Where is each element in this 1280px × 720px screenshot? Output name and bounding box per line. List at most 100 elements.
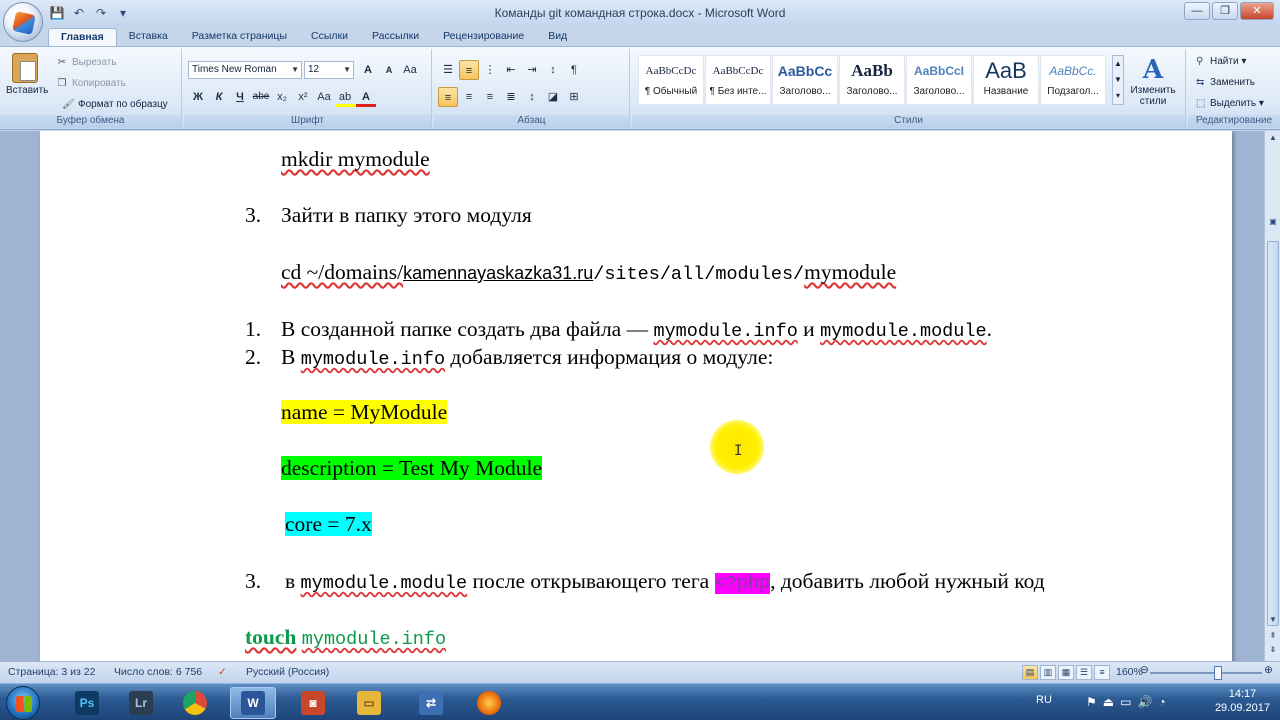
styles-gallery-scroll[interactable]: ▲ ▼ ▾ xyxy=(1112,55,1124,105)
web-layout-icon[interactable]: ▦ xyxy=(1058,665,1074,680)
change-case-button[interactable]: Aa xyxy=(314,87,334,107)
scroll-down-icon[interactable]: ▼ xyxy=(1267,615,1279,629)
zoom-in-icon[interactable]: ⊕ xyxy=(1264,664,1273,676)
style-no-spacing[interactable]: AaBbCcDc ¶ Без инте... xyxy=(705,55,771,105)
zoom-slider-knob[interactable] xyxy=(1214,666,1222,680)
tab-review[interactable]: Рецензирование xyxy=(431,28,536,46)
align-center-icon[interactable]: ≡ xyxy=(459,87,479,107)
format-painter-button[interactable]: 🖌 Формат по образцу xyxy=(62,97,168,113)
find-button[interactable]: ⚲ Найти ▾ xyxy=(1196,53,1246,71)
numbering-icon[interactable]: ≡ xyxy=(459,60,479,80)
cut-button[interactable]: ✂ Вырезать xyxy=(56,55,117,71)
network-tray-icon[interactable]: ◔ xyxy=(1158,695,1165,709)
restore-button[interactable]: ❐ xyxy=(1212,2,1238,20)
copy-button[interactable]: ❐ Копировать xyxy=(56,76,126,92)
taskbar-chrome[interactable] xyxy=(172,687,218,719)
decrease-indent-icon[interactable]: ⇤ xyxy=(501,60,521,80)
borders-icon[interactable]: ⊞ xyxy=(564,87,584,107)
tab-view[interactable]: Вид xyxy=(536,28,579,46)
font-color-button[interactable]: A xyxy=(356,87,376,107)
style-title[interactable]: AaB Название xyxy=(973,55,1039,105)
scrollbar-thumb[interactable] xyxy=(1267,241,1279,626)
touch-command: touch xyxy=(245,625,297,649)
clock[interactable]: 14:17 29.09.2017 xyxy=(1215,687,1270,715)
style-heading-3[interactable]: AaBbCcI Заголово... xyxy=(906,55,972,105)
volume-icon[interactable]: 🔊 xyxy=(1137,695,1152,709)
proofing-icon[interactable]: ✓ xyxy=(218,666,227,678)
pilcrow-button[interactable]: ¶ xyxy=(564,60,584,80)
shrink-font-button[interactable]: A xyxy=(379,60,399,80)
grow-font-button[interactable]: A xyxy=(358,60,378,80)
bullets-icon[interactable]: ☰ xyxy=(438,60,458,80)
windows-logo-icon xyxy=(16,696,32,712)
style-normal[interactable]: AaBbCcDc ¶ Обычный xyxy=(638,55,704,105)
zoom-out-icon[interactable]: ⊖ xyxy=(1140,664,1149,676)
taskbar-firefox[interactable] xyxy=(466,687,512,719)
draft-icon[interactable]: ≡ xyxy=(1094,665,1110,680)
taskbar-explorer[interactable]: ▭ xyxy=(346,687,392,719)
language-indicator[interactable]: Русский (Россия) xyxy=(246,666,329,678)
minimize-button[interactable]: — xyxy=(1184,2,1210,20)
highlight-button[interactable]: ab xyxy=(335,87,355,107)
paste-button[interactable]: Вставить xyxy=(6,53,48,109)
change-styles-button[interactable]: A Изменить стили xyxy=(1126,55,1180,107)
scroll-up-icon[interactable]: ▲ xyxy=(1267,133,1279,147)
taskbar-powerpoint[interactable]: ◙ xyxy=(290,687,336,719)
tab-insert[interactable]: Вставка xyxy=(117,28,180,46)
replace-button[interactable]: ⇆ Заменить xyxy=(1196,74,1255,92)
font-name-combo[interactable]: Times New Roman ▼ xyxy=(188,61,302,79)
chrome-icon xyxy=(183,691,207,715)
justify-icon[interactable]: ≣ xyxy=(501,87,521,107)
italic-button[interactable]: К xyxy=(209,87,229,107)
vertical-scrollbar[interactable]: ▲ ▣ ▼ ⇞ ⇟ xyxy=(1264,131,1280,661)
print-layout-icon[interactable]: ▤ xyxy=(1022,665,1038,680)
shading-icon[interactable]: ◪ xyxy=(543,87,563,107)
sort-icon[interactable]: ↕ xyxy=(543,60,563,80)
align-left-icon[interactable]: ≡ xyxy=(438,87,458,107)
select-button[interactable]: ⬚ Выделить ▾ xyxy=(1196,95,1264,113)
ruler-toggle-icon[interactable]: ▣ xyxy=(1267,217,1279,231)
domain-link[interactable]: kamennayaskazka31.ru xyxy=(403,263,593,283)
close-button[interactable]: ✕ xyxy=(1240,2,1274,20)
word-count[interactable]: Число слов: 6 756 xyxy=(114,666,202,678)
reading-layout-icon[interactable]: ▥ xyxy=(1040,665,1056,680)
tab-home[interactable]: Главная xyxy=(48,28,117,46)
tab-references[interactable]: Ссылки xyxy=(299,28,360,46)
style-subtitle[interactable]: AaBbCc. Подзагол... xyxy=(1040,55,1106,105)
taskbar-network-app[interactable]: ⇄ xyxy=(408,687,454,719)
file-info-name: mymodule.info xyxy=(300,349,446,370)
tab-page-layout[interactable]: Разметка страницы xyxy=(180,28,299,46)
prev-page-icon[interactable]: ⇞ xyxy=(1267,631,1279,645)
text-cursor-icon: I xyxy=(734,443,743,459)
line-spacing-icon[interactable]: ↕ xyxy=(522,87,542,107)
usb-icon[interactable]: ⏏ xyxy=(1103,695,1114,709)
zoom-slider[interactable] xyxy=(1150,666,1262,680)
style-heading-1[interactable]: AaBbCc Заголово... xyxy=(772,55,838,105)
flag-icon[interactable]: ⚑ xyxy=(1086,695,1097,709)
monitor-icon[interactable]: ▭ xyxy=(1120,695,1131,709)
superscript-button[interactable]: x² xyxy=(293,87,313,107)
outline-icon[interactable]: ☰ xyxy=(1076,665,1092,680)
increase-indent-icon[interactable]: ⇥ xyxy=(522,60,542,80)
taskbar-photoshop[interactable]: Ps xyxy=(64,687,110,719)
align-right-icon[interactable]: ≡ xyxy=(480,87,500,107)
style-heading-2[interactable]: AaBb Заголово... xyxy=(839,55,905,105)
bold-button[interactable]: Ж xyxy=(188,87,208,107)
font-size-combo[interactable]: 12 ▼ xyxy=(304,61,354,79)
multilevel-list-icon[interactable]: ⋮ xyxy=(480,60,500,80)
strikethrough-button[interactable]: abe xyxy=(251,87,271,107)
language-bar[interactable]: RU xyxy=(1036,694,1052,706)
tab-mailings[interactable]: Рассылки xyxy=(360,28,431,46)
paragraph-group-label: Абзац xyxy=(434,115,629,128)
office-button[interactable] xyxy=(3,2,43,42)
clear-format-button[interactable]: Aa xyxy=(400,60,420,80)
zoom-level[interactable]: 160% xyxy=(1116,666,1143,678)
taskbar-word[interactable]: W xyxy=(230,687,276,719)
page-indicator[interactable]: Страница: 3 из 22 xyxy=(8,666,95,678)
underline-button[interactable]: Ч xyxy=(230,87,250,107)
taskbar-lightroom[interactable]: Lr xyxy=(118,687,164,719)
next-page-icon[interactable]: ⇟ xyxy=(1267,645,1279,659)
subscript-button[interactable]: x₂ xyxy=(272,87,292,107)
start-button[interactable] xyxy=(6,686,40,720)
document-page[interactable]: mkdir mymodule 3. Зайти в папку этого мо… xyxy=(40,131,1232,661)
